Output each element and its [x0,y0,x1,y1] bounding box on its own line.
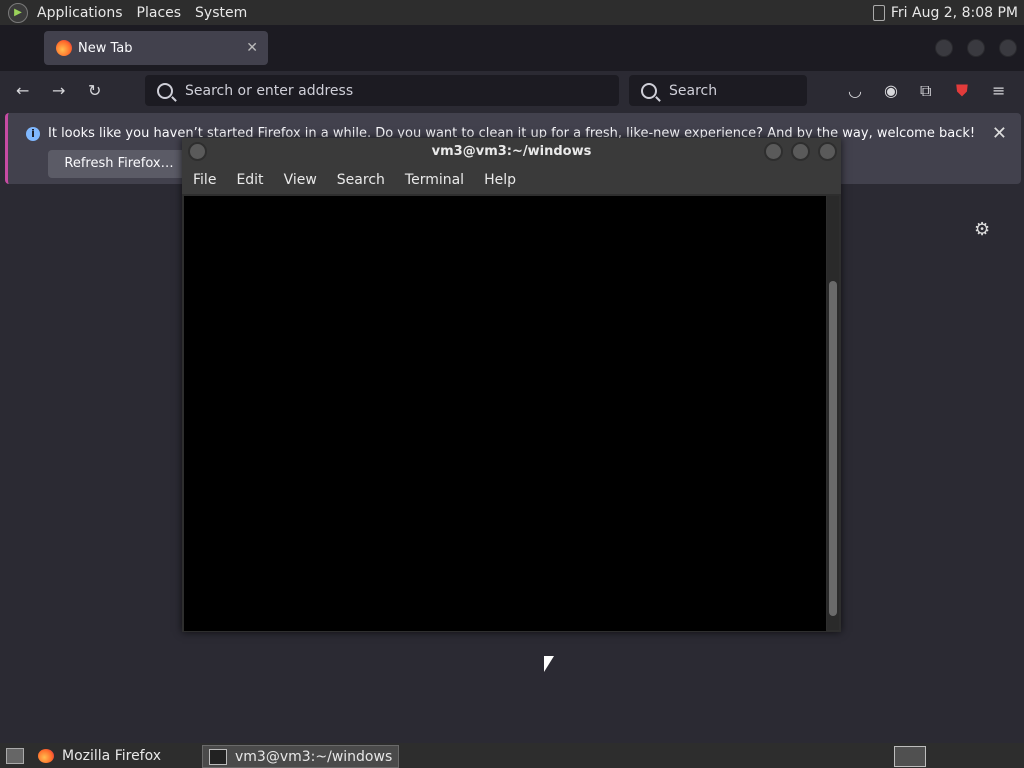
ublock-icon[interactable]: ⛊ [956,81,968,101]
search-icon [641,82,657,99]
terminal-menu-bar: File Edit View Search Terminal Help [182,166,841,194]
clock[interactable]: Fri Aug 2, 8:08 PM [891,5,1024,21]
notification-close-icon[interactable]: ✕ [992,123,1007,144]
settings-gear-icon[interactable]: ⚙ [974,219,990,240]
network-icon[interactable] [872,4,885,21]
minimize-button[interactable] [935,39,953,57]
tab-close-icon[interactable]: ✕ [246,40,258,56]
menu-system[interactable]: System [190,5,252,21]
workspace-switcher[interactable] [894,746,926,767]
tab-new-tab[interactable]: New Tab ✕ [44,31,268,65]
bottom-panel: Mozilla Firefox vm3@vm3:~/windows [0,743,1024,768]
firefox-toolbar: ← → ↻ Search or enter address Search ◡ ◉… [0,71,1024,111]
terminal-title-bar[interactable]: vm3@vm3:~/windows [182,138,841,166]
firefox-logo-icon [56,40,72,56]
menu-applications[interactable]: Applications [32,5,128,21]
url-placeholder: Search or enter address [185,82,354,99]
back-icon[interactable]: ← [16,81,29,100]
scrollbar-thumb[interactable] [829,281,837,616]
terminal-output[interactable] [184,196,826,631]
tab-title: New Tab [78,40,133,56]
extensions-icon[interactable]: ⧉ [920,81,931,101]
menu-edit[interactable]: Edit [236,172,263,188]
search-placeholder: Search [669,82,718,99]
url-bar[interactable]: Search or enter address [145,75,619,106]
terminal-close-button[interactable] [818,142,837,161]
menu-icon[interactable]: ≡ [992,81,1005,100]
taskbar-item-firefox[interactable]: Mozilla Firefox [32,745,167,766]
menu-file[interactable]: File [193,172,216,188]
menu-view[interactable]: View [284,172,317,188]
reload-icon[interactable]: ↻ [88,81,101,100]
refresh-firefox-button[interactable]: Refresh Firefox… [48,150,190,178]
taskbar-item-terminal[interactable]: vm3@vm3:~/windows [202,745,400,768]
info-icon: i [26,127,40,141]
search-bar[interactable]: Search [629,75,807,106]
terminal-scrollbar[interactable] [827,196,839,630]
menu-terminal[interactable]: Terminal [405,172,464,188]
firefox-icon [38,748,54,763]
search-icon [157,82,173,99]
close-window-button[interactable] [999,39,1017,57]
forward-icon[interactable]: → [52,81,65,100]
mouse-pointer-icon [544,656,554,672]
applications-menu-icon[interactable]: ▶ [8,2,28,23]
menu-search[interactable]: Search [337,172,385,188]
taskbar-item-label: Mozilla Firefox [62,747,162,764]
terminal-title: vm3@vm3:~/windows [431,144,592,159]
terminal-maximize-button[interactable] [791,142,810,161]
pocket-icon[interactable]: ◡ [848,81,862,100]
maximize-button[interactable] [967,39,985,57]
top-panel: ▶ Applications Places System Fri Aug 2, … [0,0,1024,25]
desktop-icon [6,747,24,764]
terminal-window: vm3@vm3:~/windows File Edit View Search … [182,138,841,632]
menu-places[interactable]: Places [132,5,187,21]
account-icon[interactable]: ◉ [884,81,898,100]
taskbar-item-label: vm3@vm3:~/windows [235,748,393,765]
terminal-icon [209,748,227,765]
window-menu-button[interactable] [188,142,207,161]
menu-help[interactable]: Help [484,172,516,188]
firefox-tab-bar: New Tab ✕ [0,25,1024,71]
terminal-minimize-button[interactable] [764,142,783,161]
